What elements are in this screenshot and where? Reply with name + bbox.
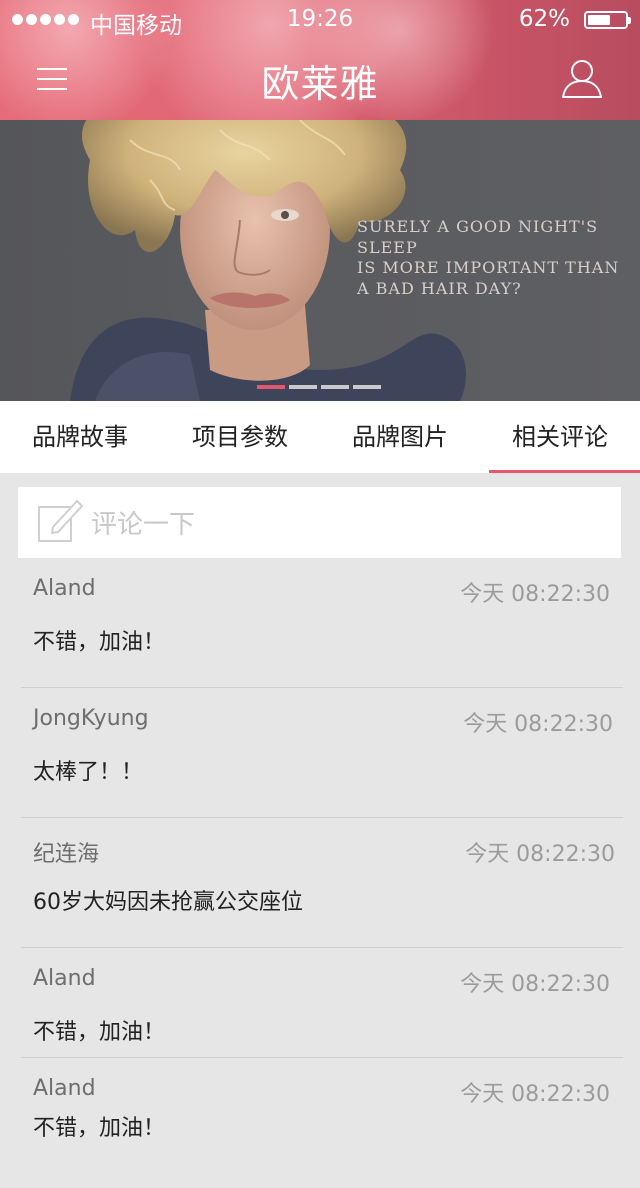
- comment-input[interactable]: 评论一下: [18, 487, 621, 558]
- comment-time: 今天 08:22:30: [465, 842, 615, 867]
- comment-username: 纪连海: [33, 842, 100, 867]
- battery-percent: 62%: [518, 6, 570, 32]
- tab-related-comments[interactable]: 相关评论: [480, 401, 640, 473]
- comment-placeholder: 评论一下: [91, 510, 196, 540]
- comment-item[interactable]: Aland 今天 08:22:30 不错，加油！: [0, 558, 640, 688]
- comment-item[interactable]: Aland 今天 08:22:30 不错，加油！: [0, 948, 640, 1058]
- comment-text: 不错，加油！: [33, 1020, 166, 1045]
- comment-time: 今天 08:22:30: [460, 1082, 610, 1107]
- comment-text: 60岁大妈因未抢赢公交座位: [33, 890, 303, 915]
- comment-time: 今天 08:22:30: [460, 582, 610, 607]
- banner-carousel[interactable]: Surely a good night's sleep is more impo…: [0, 120, 640, 401]
- carousel-dot[interactable]: [353, 385, 381, 389]
- battery-icon: [584, 11, 631, 29]
- comment-item[interactable]: 纪连海 今天 08:22:30 60岁大妈因未抢赢公交座位: [0, 818, 640, 948]
- comment-time: 今天 08:22:30: [463, 712, 613, 737]
- comment-username: Aland: [33, 576, 96, 601]
- comment-username: Aland: [33, 966, 96, 991]
- banner-caption: Surely a good night's sleep is more impo…: [357, 217, 620, 298]
- comment-item[interactable]: Aland 今天 08:22:30 不错，加油！: [0, 1058, 640, 1188]
- tab-brand-story[interactable]: 品牌故事: [0, 401, 160, 473]
- comment-text: 不错，加油！: [33, 1116, 166, 1141]
- comment-text: 不错，加油！: [33, 630, 166, 655]
- page-title: 欧莱雅: [261, 62, 379, 106]
- comment-username: JongKyung: [33, 706, 149, 731]
- tab-bar: 品牌故事 项目参数 品牌图片 相关评论: [0, 401, 640, 473]
- carousel-dot[interactable]: [321, 385, 349, 389]
- comment-list: Aland 今天 08:22:30 不错，加油！ JongKyung 今天 08…: [0, 558, 640, 1188]
- edit-icon: [38, 500, 83, 542]
- comment-item[interactable]: JongKyung 今天 08:22:30 太棒了！！: [0, 688, 640, 818]
- user-icon[interactable]: [561, 57, 603, 99]
- status-bar: 中国移动 19:26 62%: [0, 0, 640, 40]
- carousel-dot[interactable]: [289, 385, 317, 389]
- header: 中国移动 19:26 62% 欧莱雅: [0, 0, 640, 120]
- comment-time: 今天 08:22:30: [460, 972, 610, 997]
- carousel-dot[interactable]: [257, 385, 285, 389]
- tab-brand-images[interactable]: 品牌图片: [320, 401, 480, 473]
- tab-item-params[interactable]: 项目参数: [160, 401, 320, 473]
- comment-text: 太棒了！！: [33, 760, 144, 785]
- comment-username: Aland: [33, 1076, 96, 1101]
- carousel-indicators[interactable]: [257, 385, 381, 389]
